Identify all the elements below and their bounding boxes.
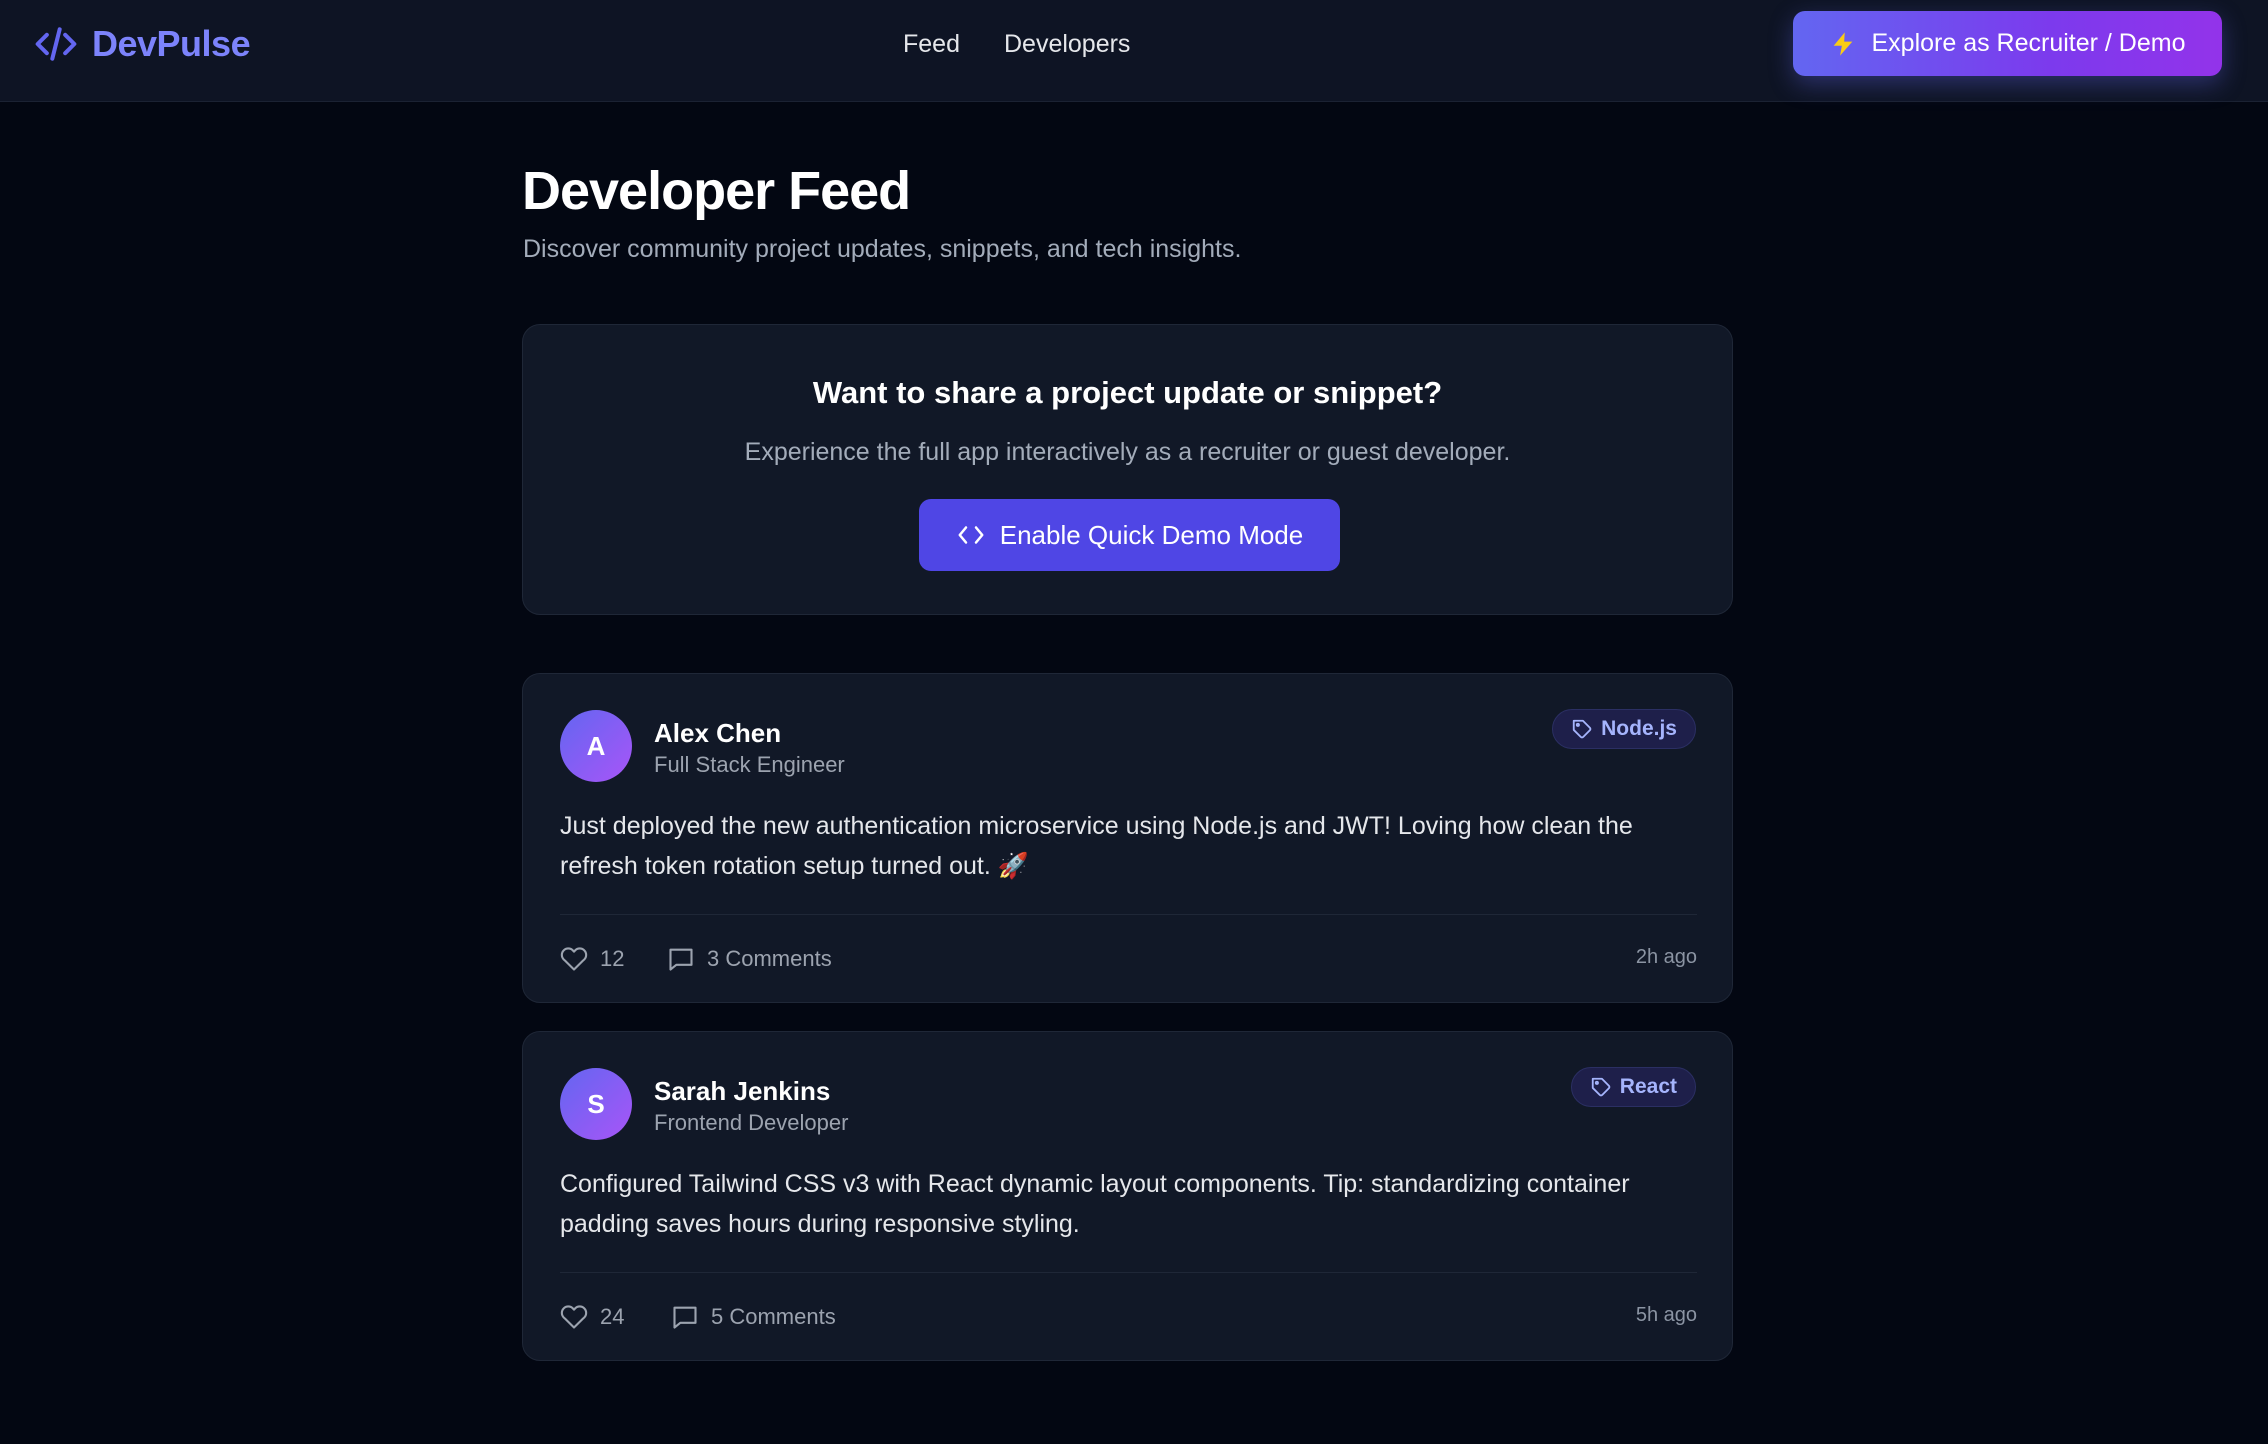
feed-post: A Alex Chen Full Stack Engineer Node.js … (522, 673, 1733, 1003)
comments-button[interactable]: 5 Comments (671, 1300, 836, 1334)
nav-link-developers[interactable]: Developers (1004, 30, 1130, 59)
feed-post: S Sarah Jenkins Frontend Developer React… (522, 1031, 1733, 1361)
tag-icon (1571, 718, 1593, 740)
tag-icon (1590, 1076, 1612, 1098)
post-tag-label: Node.js (1601, 717, 1677, 740)
page-subtitle: Discover community project updates, snip… (523, 235, 1242, 263)
post-author-role: Full Stack Engineer (654, 752, 845, 777)
like-button[interactable]: 12 (560, 942, 624, 976)
main-nav: Feed Developers (903, 26, 1130, 62)
post-author-name[interactable]: Alex Chen (654, 718, 781, 749)
post-timestamp: 5h ago (1635, 1304, 1697, 1326)
post-timestamp: 2h ago (1635, 946, 1697, 968)
avatar[interactable]: S (560, 1068, 632, 1140)
post-body: Just deployed the new authentication mic… (560, 812, 1633, 880)
code-brackets-icon (956, 520, 986, 550)
like-count: 12 (600, 946, 625, 971)
explore-recruiter-demo-button[interactable]: Explore as Recruiter / Demo (1793, 11, 2222, 76)
like-button[interactable]: 24 (560, 1300, 624, 1334)
lightning-bolt-icon (1829, 30, 1857, 58)
demo-mode-card: Want to share a project update or snippe… (522, 324, 1733, 615)
avatar[interactable]: A (560, 710, 632, 782)
like-count: 24 (600, 1304, 625, 1329)
comment-icon (667, 945, 695, 973)
post-author-role: Frontend Developer (654, 1110, 849, 1135)
enable-demo-mode-label: Enable Quick Demo Mode (999, 519, 1304, 550)
nav-link-feed[interactable]: Feed (903, 30, 960, 59)
demo-card-heading: Want to share a project update or snippe… (812, 375, 1443, 410)
comment-icon (671, 1303, 699, 1331)
code-slash-icon (34, 22, 78, 66)
comment-count: 5 Comments (711, 1304, 836, 1329)
top-navbar: DevPulse Feed Developers Explore as Recr… (0, 0, 2268, 102)
heart-icon (560, 1303, 588, 1331)
enable-demo-mode-button[interactable]: Enable Quick Demo Mode (919, 499, 1340, 571)
post-body: Configured Tailwind CSS v3 with React dy… (560, 1170, 1630, 1238)
page-title: Developer Feed (522, 161, 911, 221)
comment-count: 3 Comments (707, 946, 832, 971)
post-author-name[interactable]: Sarah Jenkins (654, 1076, 830, 1107)
post-divider (560, 1272, 1697, 1273)
post-tag-badge[interactable]: React (1570, 1067, 1696, 1107)
post-footer: 12 3 Comments 2h ago (560, 942, 1697, 976)
brand-logo[interactable]: DevPulse (34, 22, 251, 66)
comments-button[interactable]: 3 Comments (667, 942, 832, 976)
post-tag-label: React (1619, 1075, 1677, 1098)
post-footer: 24 5 Comments 5h ago (560, 1300, 1697, 1334)
demo-card-description: Experience the full app interactively as… (744, 438, 1511, 466)
post-divider (560, 914, 1697, 915)
explore-recruiter-demo-label: Explore as Recruiter / Demo (1871, 29, 2186, 57)
post-tag-badge[interactable]: Node.js (1552, 709, 1696, 749)
brand-name: DevPulse (92, 23, 251, 64)
heart-icon (560, 945, 588, 973)
